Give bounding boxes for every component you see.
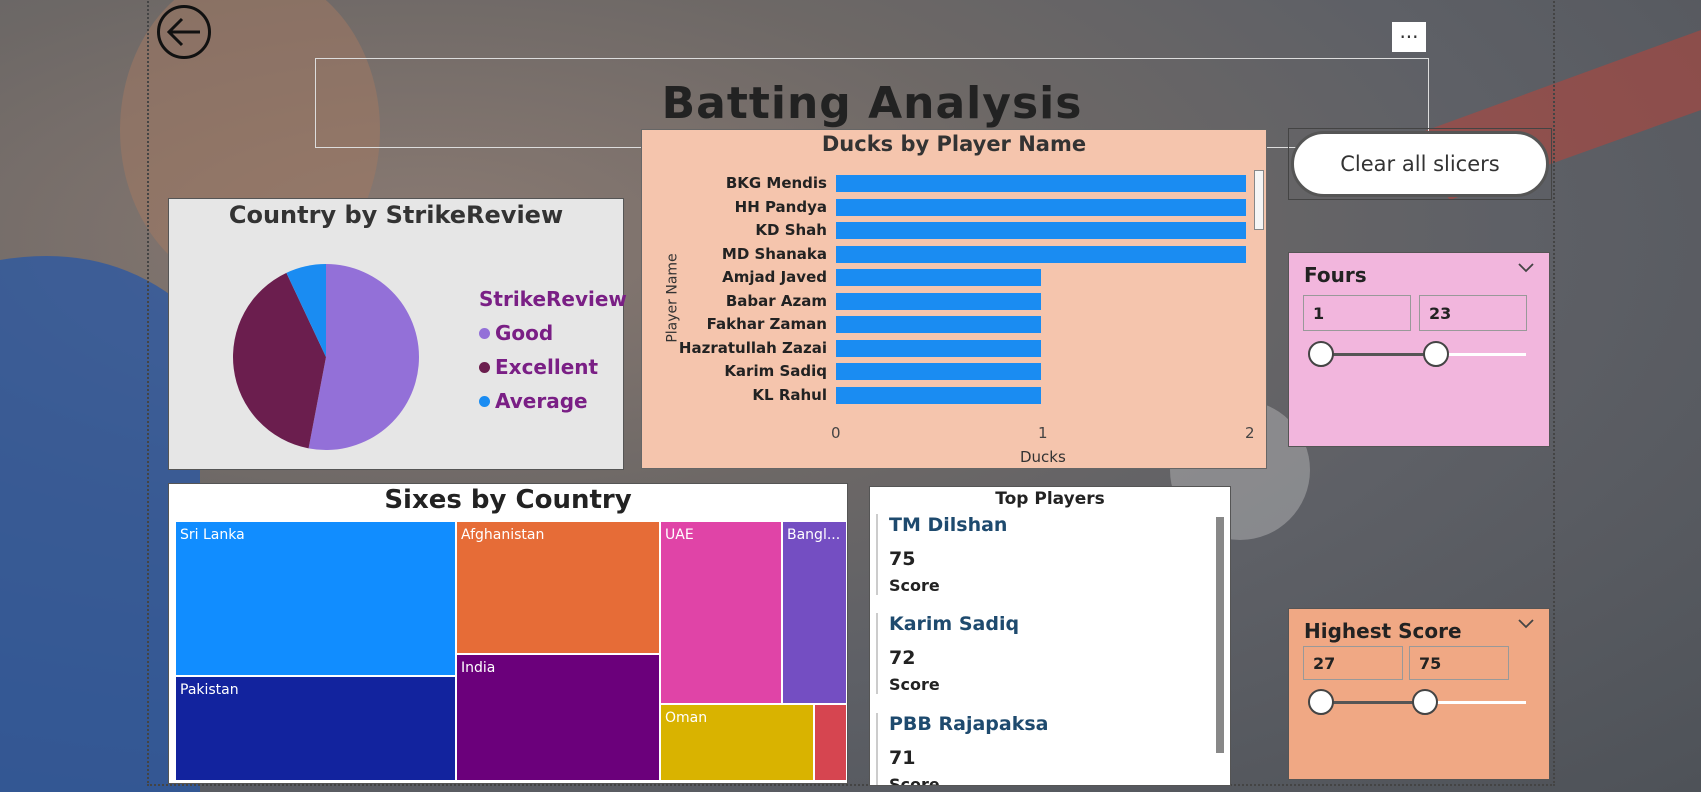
pie-legend: StrikeReview Good Excellent Average: [479, 287, 627, 413]
fours-slider-min-handle[interactable]: [1308, 341, 1334, 367]
chevron-down-icon[interactable]: [1517, 261, 1535, 275]
highest-score-slicer: Highest Score 27 75: [1288, 608, 1550, 780]
player-score-value: 72: [889, 647, 916, 669]
legend-item-excellent[interactable]: Excellent: [479, 355, 627, 379]
highest-score-slider-max-handle[interactable]: [1412, 689, 1438, 715]
bar[interactable]: [836, 245, 1246, 263]
treemap-tile-sri-lanka[interactable]: Sri Lanka: [175, 521, 456, 676]
bar-label: HH Pandya: [734, 197, 827, 216]
legend-label: Average: [495, 389, 588, 413]
bar-label: Fakhar Zaman: [706, 315, 827, 333]
legend-label: Good: [495, 321, 554, 345]
highest-score-slider-range: [1321, 701, 1425, 704]
player-score-value: 75: [889, 548, 916, 570]
bar-label: Amjad Javed: [722, 268, 827, 286]
x-tick-2: 2: [1245, 424, 1255, 442]
top-players-panel[interactable]: Top Players TM Dilshan 75 Score Karim Sa…: [869, 486, 1231, 786]
treemap-tile-pakistan[interactable]: Pakistan: [175, 676, 456, 781]
more-options-button[interactable]: ···: [1392, 22, 1426, 52]
back-button[interactable]: [157, 5, 211, 59]
bar-label: Hazratullah Zazai: [678, 338, 827, 357]
treemap-tile-other[interactable]: [814, 704, 847, 781]
top-players-title: Top Players: [995, 489, 1105, 509]
treemap-tile-uae[interactable]: UAE: [660, 521, 782, 704]
highest-score-slider-min-handle[interactable]: [1308, 689, 1334, 715]
pie-chart[interactable]: [226, 257, 426, 457]
bar-label: MD Shanaka: [721, 244, 827, 263]
x-axis-label: Ducks: [1020, 448, 1066, 466]
bar[interactable]: [836, 316, 1041, 333]
bar[interactable]: [836, 175, 1246, 192]
page-title: Batting Analysis: [661, 77, 1083, 129]
bar[interactable]: [836, 386, 1041, 404]
player-card[interactable]: PBB Rajapaksa 71 Score: [876, 713, 1049, 786]
x-tick-0: 0: [831, 424, 841, 442]
sixes-treemap-panel[interactable]: Sixes by Country Sri Lanka Pakistan Afgh…: [168, 483, 848, 784]
bar[interactable]: [836, 339, 1041, 357]
ducks-bar-chart-panel[interactable]: Ducks by Player Name Player Name 0 1 2 D…: [641, 129, 1267, 469]
treemap-tile-afghanistan[interactable]: Afghanistan: [456, 521, 660, 654]
fours-slicer: Fours 1 23: [1288, 252, 1550, 447]
highest-score-min-input[interactable]: 27: [1303, 646, 1403, 680]
player-score-label: Score: [889, 576, 940, 595]
fours-slicer-title: Fours: [1304, 263, 1367, 287]
player-name: TM Dilshan: [889, 514, 1008, 536]
top-players-scrollbar[interactable]: [1216, 517, 1224, 753]
bar-label: KD Shah: [755, 221, 827, 239]
treemap-title: Sixes by Country: [384, 485, 632, 515]
treemap-tile-india[interactable]: India: [456, 654, 660, 781]
bar-chart-title: Ducks by Player Name: [821, 132, 1087, 156]
bar-label: Babar Azam: [725, 291, 827, 310]
bar[interactable]: [836, 198, 1246, 216]
player-name: Karim Sadiq: [889, 613, 1020, 635]
bar-label: BKG Mendis: [725, 174, 827, 192]
player-score-value: 71: [889, 747, 916, 769]
fours-min-input[interactable]: 1: [1303, 295, 1411, 331]
player-score-label: Score: [889, 775, 940, 786]
treemap-tile-bangladesh[interactable]: Bangl...: [782, 521, 847, 704]
bar-label: Karim Sadiq: [724, 362, 827, 380]
fours-slider-range: [1321, 353, 1436, 356]
player-card[interactable]: Karim Sadiq 72 Score: [876, 613, 1019, 694]
legend-title: StrikeReview: [479, 287, 627, 311]
bar-chart-scrollbar[interactable]: [1254, 170, 1264, 230]
clear-all-slicers-button[interactable]: Clear all slicers: [1291, 131, 1549, 197]
pie-chart-title: Country by StrikeReview: [228, 201, 564, 229]
player-card[interactable]: TM Dilshan 75 Score: [876, 514, 1007, 595]
legend-dot: [479, 327, 490, 339]
highest-score-max-input[interactable]: 75: [1409, 646, 1509, 680]
fours-slider-max-handle[interactable]: [1423, 341, 1449, 367]
player-name: PBB Rajapaksa: [889, 713, 1049, 735]
chevron-down-icon[interactable]: [1517, 617, 1535, 631]
bar[interactable]: [836, 363, 1041, 380]
arrow-left-icon: [166, 17, 200, 47]
highest-score-slicer-title: Highest Score: [1304, 619, 1462, 643]
legend-item-good[interactable]: Good: [479, 321, 627, 345]
treemap-tile-oman[interactable]: Oman: [660, 704, 814, 781]
legend-label: Excellent: [495, 355, 599, 379]
fours-max-input[interactable]: 23: [1419, 295, 1527, 331]
bar[interactable]: [836, 269, 1041, 286]
bar[interactable]: [836, 292, 1041, 310]
bar[interactable]: [836, 222, 1246, 239]
bar-label: KL Rahul: [752, 385, 827, 404]
legend-item-average[interactable]: Average: [479, 389, 627, 413]
pie-chart-panel[interactable]: Country by StrikeReview StrikeReview Goo…: [168, 198, 627, 470]
legend-dot: [479, 395, 490, 407]
legend-dot: [479, 361, 490, 373]
player-score-label: Score: [889, 675, 940, 694]
x-tick-1: 1: [1038, 424, 1048, 442]
